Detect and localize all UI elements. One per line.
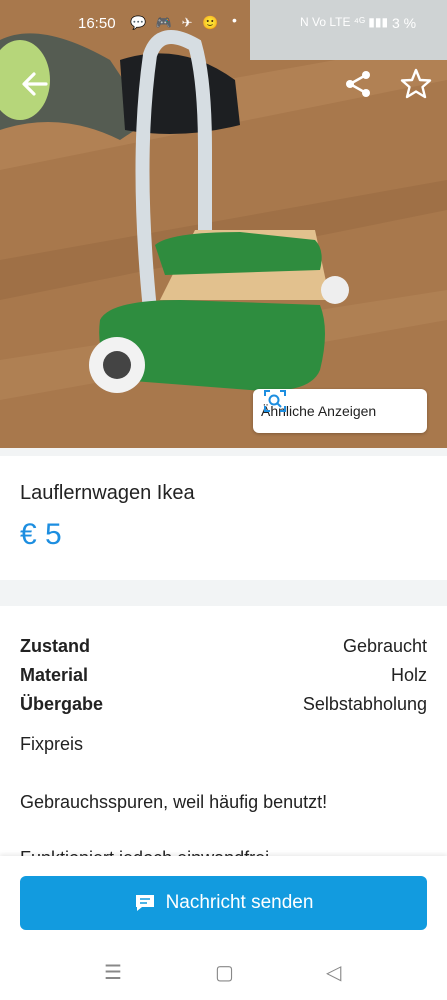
send-message-label: Nachricht senden bbox=[165, 892, 314, 913]
share-icon bbox=[346, 71, 370, 97]
status-bar: 16:50 💬 🎮 ✈ 🙂 • N Vo LTE ⁴ᴳ ▮▮▮ 3 % bbox=[0, 0, 447, 50]
battery-level: 3 % bbox=[392, 15, 417, 31]
photo-illustration bbox=[0, 0, 447, 448]
nav-back-icon[interactable]: ◁ bbox=[326, 960, 341, 985]
detail-value: Gebraucht bbox=[342, 636, 427, 656]
system-nav-bar: ☰ ▢ ◁ bbox=[0, 942, 447, 1000]
status-dot: • bbox=[232, 12, 237, 28]
detail-key: Übergabe bbox=[20, 694, 104, 714]
listing-photo[interactable]: Ähnliche Anzeigen bbox=[0, 0, 447, 448]
search-image-icon bbox=[264, 390, 286, 412]
system-icons: N Vo LTE ⁴ᴳ ▮▮▮ bbox=[300, 15, 389, 29]
status-time: 16:50 bbox=[78, 15, 116, 32]
bottom-action-panel: Nachricht senden bbox=[0, 856, 447, 942]
detail-value: Selbstabholung bbox=[302, 694, 427, 714]
message-icon bbox=[135, 895, 154, 911]
home-icon[interactable]: ▢ bbox=[215, 960, 234, 985]
share-button[interactable] bbox=[340, 66, 376, 102]
detail-key: Material bbox=[20, 665, 89, 685]
menu-icon[interactable]: ☰ bbox=[104, 960, 122, 985]
similar-ads-button[interactable]: Ähnliche Anzeigen bbox=[253, 389, 427, 433]
title-card: Lauflernwagen Ikea € 5 bbox=[0, 456, 447, 580]
favorite-button[interactable] bbox=[398, 66, 434, 102]
detail-value: Holz bbox=[390, 665, 427, 685]
back-button[interactable] bbox=[18, 66, 54, 102]
listing-title: Lauflernwagen Ikea bbox=[20, 482, 195, 504]
price-type: Fixpreis bbox=[20, 734, 84, 754]
listing-price: € 5 bbox=[20, 518, 62, 551]
arrow-left-icon bbox=[22, 72, 48, 96]
detail-key: Zustand bbox=[20, 636, 90, 656]
description-line: Gebrauchsspuren, weil häufig benutzt! bbox=[20, 792, 328, 812]
notification-icons: 💬 🎮 ✈ 🙂 bbox=[130, 15, 222, 30]
send-message-button[interactable]: Nachricht senden bbox=[20, 876, 427, 930]
star-outline-icon bbox=[400, 68, 432, 99]
